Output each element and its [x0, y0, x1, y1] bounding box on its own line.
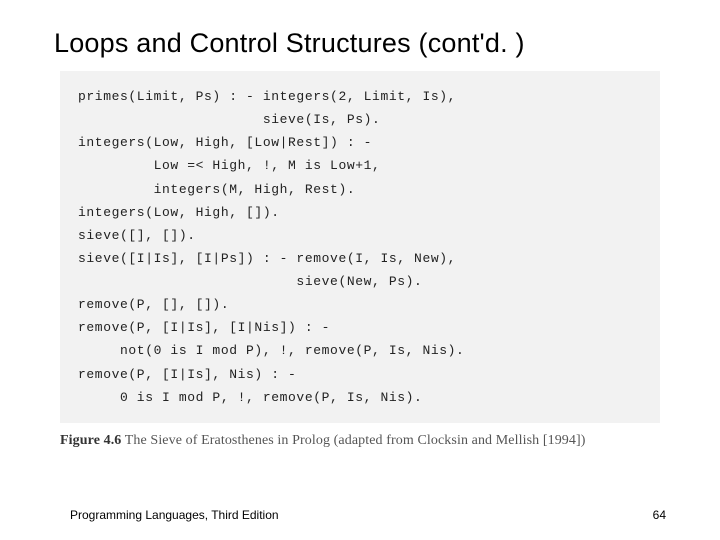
footer-page-number: 64	[653, 508, 666, 522]
figure-caption-body: The Sieve of Eratosthenes in Prolog (ada…	[125, 433, 586, 448]
code-block: primes(Limit, Ps) : - integers(2, Limit,…	[60, 71, 660, 423]
page-title: Loops and Control Structures (cont'd. )	[0, 0, 720, 59]
footer-book: Programming Languages, Third Edition	[70, 508, 279, 522]
figure-caption: Figure 4.6 The Sieve of Eratosthenes in …	[60, 433, 660, 449]
figure-label: Figure 4.6	[60, 433, 121, 448]
footer: Programming Languages, Third Edition 64	[0, 508, 720, 522]
slide-container: Loops and Control Structures (cont'd. ) …	[0, 0, 720, 540]
